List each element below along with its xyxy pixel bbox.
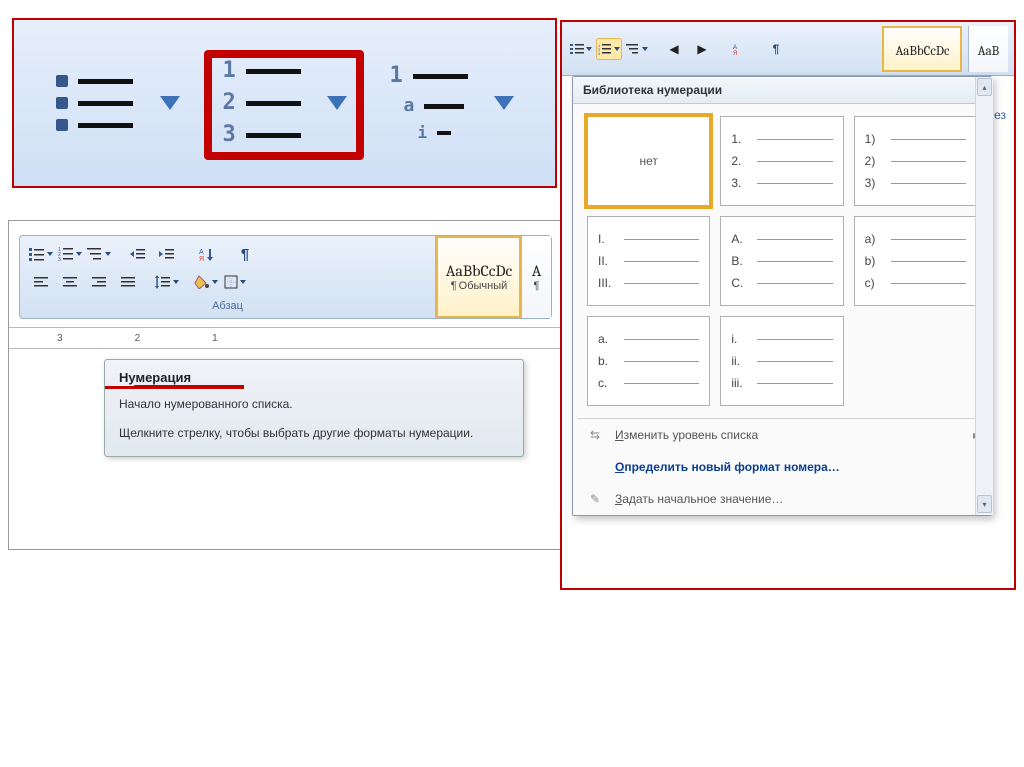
increase-indent-button[interactable] xyxy=(154,242,180,266)
swatch-grid: нет 1. 2. 3. 1) 2) 3) I. II. III. A. xyxy=(573,104,991,418)
numbering-swatch-none[interactable]: нет xyxy=(587,116,710,206)
numbering-button[interactable]: 123 xyxy=(596,38,622,60)
tooltip-title: Нумерация xyxy=(119,370,509,385)
show-pilcrow-button[interactable]: ¶ xyxy=(232,242,258,266)
dropdown-arrow-icon[interactable] xyxy=(494,96,514,110)
svg-text:Я: Я xyxy=(199,256,204,261)
increase-indent-button[interactable]: ▶ xyxy=(689,38,715,60)
define-new-format-option[interactable]: Определить новый формат номера… xyxy=(573,451,991,483)
ruler[interactable]: 3 2 1 xyxy=(9,327,562,349)
selection-highlight xyxy=(204,50,364,160)
bullets-icon xyxy=(56,68,146,138)
style-next[interactable]: AaB xyxy=(968,26,1008,72)
numbering-swatch-7[interactable]: i. ii. iii. xyxy=(720,316,843,406)
svg-text:3: 3 xyxy=(598,51,601,55)
show-pilcrow-button[interactable]: ¶ xyxy=(763,38,789,60)
numbering-swatch-6[interactable]: a. b. c. xyxy=(587,316,710,406)
style-normal[interactable]: AaBbCcDc xyxy=(882,26,962,72)
multilevel-button[interactable]: 1 a i xyxy=(390,68,514,138)
tooltip-body: Начало нумерованного списка. Щелкните ст… xyxy=(119,395,509,442)
dropdown-arrow-icon[interactable] xyxy=(160,96,180,110)
change-list-level-option: ⇆ Изменить уровень списка ▸ xyxy=(573,419,991,451)
pencil-icon: ✎ xyxy=(585,491,605,507)
svg-text:3: 3 xyxy=(58,257,61,261)
scrollbar[interactable]: ▴ ▾ xyxy=(975,77,993,515)
line-spacing-button[interactable] xyxy=(154,270,180,294)
bullets-button[interactable] xyxy=(28,242,54,266)
sort-button[interactable]: AЯ xyxy=(726,38,752,60)
svg-text:Я: Я xyxy=(733,51,737,55)
numbering-tooltip: Нумерация Начало нумерованного списка. Щ… xyxy=(104,359,524,457)
multilevel-button[interactable] xyxy=(86,242,112,266)
group-caption: Абзац xyxy=(28,298,427,316)
align-right-button[interactable] xyxy=(86,270,112,294)
indent-icon: ⇆ xyxy=(585,427,605,443)
ribbon-tooltip-panel: 123 AЯ ¶ Абзац xyxy=(8,220,563,550)
numbering-swatch-1[interactable]: 1. 2. 3. xyxy=(720,116,843,206)
sort-button[interactable]: AЯ xyxy=(193,242,219,266)
scroll-down-icon[interactable]: ▾ xyxy=(977,495,992,513)
ribbon-row: 123 ◀ ▶ AЯ ¶ AaBbCcDc AaB xyxy=(562,22,1014,76)
numbering-button[interactable]: 123 xyxy=(57,242,83,266)
set-start-value-option: ✎ Задать начальное значение… xyxy=(573,483,991,515)
truncated-style-name: ез xyxy=(994,108,1006,122)
align-left-button[interactable] xyxy=(28,270,54,294)
style-normal[interactable]: AaBbCcDc ¶Обычный xyxy=(436,236,521,318)
numbering-swatch-3[interactable]: I. II. III. xyxy=(587,216,710,306)
multilevel-button[interactable] xyxy=(624,38,650,60)
numbering-swatch-2[interactable]: 1) 2) 3) xyxy=(854,116,977,206)
style-next[interactable]: A ¶ xyxy=(521,236,551,318)
dropdown-header: Библиотека нумерации xyxy=(573,77,991,104)
bullets-button[interactable] xyxy=(568,38,594,60)
borders-button[interactable] xyxy=(222,270,248,294)
blank-icon xyxy=(585,459,605,475)
decrease-indent-button[interactable]: ◀ xyxy=(661,38,687,60)
shading-button[interactable] xyxy=(193,270,219,294)
numbering-library-panel: 123 ◀ ▶ AЯ ¶ AaBbCcDc AaB ез Библиотека … xyxy=(560,20,1016,590)
decrease-indent-button[interactable] xyxy=(125,242,151,266)
numbering-swatch-4[interactable]: A. B. C. xyxy=(720,216,843,306)
bullets-button[interactable] xyxy=(56,68,180,138)
paragraph-ribbon-group: 123 AЯ ¶ Абзац xyxy=(19,235,552,319)
numbering-swatch-5[interactable]: a) b) c) xyxy=(854,216,977,306)
svg-text:A: A xyxy=(199,249,204,256)
multilevel-icon: 1 a i xyxy=(390,68,480,138)
align-justify-button[interactable] xyxy=(115,270,141,294)
align-center-button[interactable] xyxy=(57,270,83,294)
zoomed-list-buttons-panel: 1 2 3 1 a i xyxy=(12,18,557,188)
scroll-up-icon[interactable]: ▴ xyxy=(977,78,992,96)
numbering-dropdown: Библиотека нумерации нет 1. 2. 3. 1) 2) … xyxy=(572,76,992,516)
